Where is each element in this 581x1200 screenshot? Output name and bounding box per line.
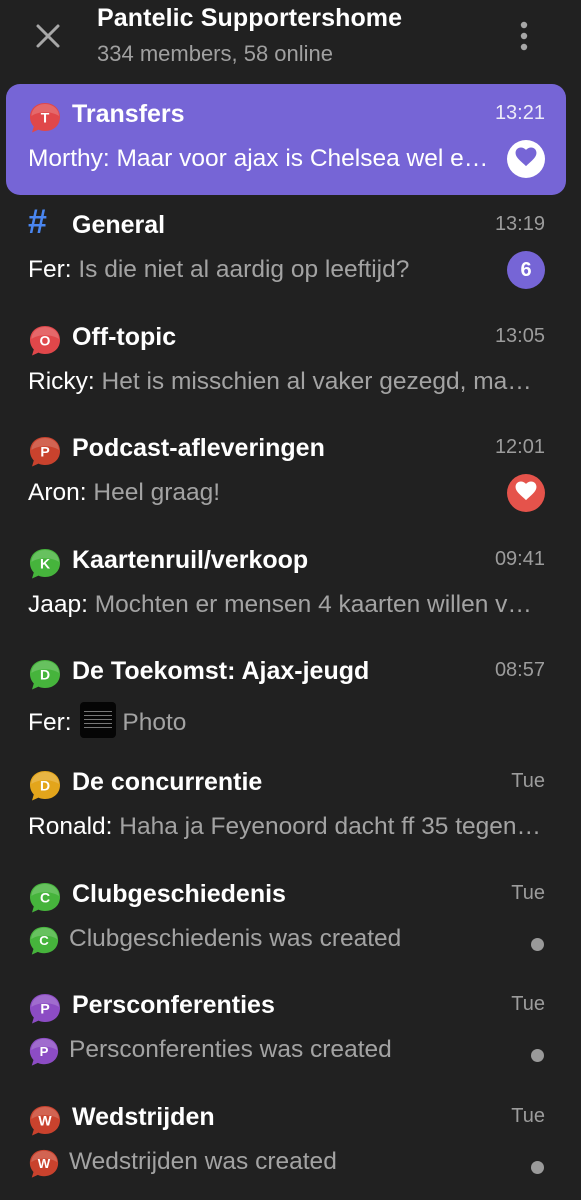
topic-small-icon: C <box>28 925 60 957</box>
topic-icon: T <box>28 101 62 135</box>
topic-row[interactable]: C Clubgeschiedenis Tue C Clubgeschiedenis wa… <box>0 858 581 969</box>
topic-icon: C <box>28 881 62 915</box>
topic-row[interactable]: T Transfers 13:21 Morthy: Maar voor ajax is… <box>0 78 581 195</box>
topic-preview: Ronald: Haha ja Feyenoord dacht ff 35 te… <box>28 813 544 841</box>
topic-icon: W <box>28 1104 62 1138</box>
reaction-heart[interactable] <box>507 474 545 513</box>
topic-name: De Toekomst: Ajax-jeugd <box>72 656 370 685</box>
topic-name: Podcast-afleveringen <box>72 434 325 463</box>
message-sender: Aron: <box>28 479 87 507</box>
svg-text:P: P <box>40 1044 49 1059</box>
topic-icon: P <box>28 435 62 469</box>
topic-preview: Wedstrijden was created <box>69 1147 337 1175</box>
svg-text:K: K <box>40 555 50 571</box>
topic-row[interactable]: # General 13:19 Fer: Is die niet al aardig … <box>0 189 581 300</box>
topic-time: Tue <box>511 1104 545 1127</box>
topic-name: De concurrentie <box>72 768 263 797</box>
topic-row[interactable]: D De Toekomst: Ajax-jeugd 08:57 Fer: Photo <box>0 635 581 746</box>
topic-time: 12:01 <box>494 436 545 459</box>
group-member-count: 334 members, 58 online <box>97 41 334 66</box>
message-sender: Ronald: <box>28 813 113 841</box>
svg-text:W: W <box>38 1112 52 1128</box>
topic-list: T Transfers 13:21 Morthy: Maar voor ajax is… <box>0 78 581 1192</box>
message-sender: Fer: <box>28 708 72 736</box>
topic-time: 13:21 <box>494 102 545 124</box>
more-menu-button[interactable] <box>504 14 544 58</box>
topic-time: 13:19 <box>494 213 545 236</box>
topic-name: Persconferenties <box>72 991 275 1020</box>
message-sender: Jaap: <box>28 590 88 618</box>
topic-preview: Clubgeschiedenis was created <box>69 924 402 952</box>
topic-icon: D <box>28 769 62 803</box>
topic-row[interactable]: D De concurrentie Tue Ronald: Haha ja Feyen… <box>0 746 581 857</box>
topic-row[interactable]: W Wedstrijden Tue W Wedstrijden was created <box>0 1081 581 1192</box>
topic-time: Tue <box>511 770 545 793</box>
topic-preview: Morthy: Maar voor ajax is Chelsea wel ee… <box>28 145 494 173</box>
topic-preview: Ricky: Het is misschien al vaker gezegd,… <box>28 368 544 396</box>
topic-icon: O <box>28 324 62 358</box>
svg-text:W: W <box>38 1156 51 1171</box>
topic-icon: K <box>28 547 62 581</box>
topic-time: 08:57 <box>494 658 545 681</box>
topic-row[interactable]: O Off-topic 13:05 Ricky: Het is misschien a… <box>0 301 581 412</box>
svg-text:C: C <box>40 889 50 905</box>
close-icon <box>36 24 60 48</box>
heart-icon <box>515 146 537 172</box>
reaction-heart[interactable] <box>507 140 545 178</box>
group-title[interactable]: Pantelic Supportershome <box>97 4 402 33</box>
svg-text:P: P <box>40 1001 49 1017</box>
close-button[interactable] <box>26 14 70 58</box>
svg-text:C: C <box>39 933 49 948</box>
topic-name: Clubgeschiedenis <box>72 879 286 908</box>
svg-text:T: T <box>41 110 50 126</box>
photo-thumbnail <box>80 701 117 738</box>
topic-preview: Fer: Photo <box>28 701 544 738</box>
message-sender: Morthy: <box>28 145 110 172</box>
message-text: Maar voor ajax is Chelsea wel een goede … <box>116 145 495 172</box>
topic-icon: P <box>28 992 62 1026</box>
status-dot <box>531 937 544 951</box>
svg-text:O: O <box>40 332 51 348</box>
message-text: Heel graag! <box>93 479 221 507</box>
more-vertical-icon <box>520 21 528 51</box>
svg-text:D: D <box>40 778 50 794</box>
topic-name: Off-topic <box>72 322 177 351</box>
topic-preview: Aron: Heel graag! <box>28 479 544 507</box>
status-dot <box>531 1160 544 1174</box>
topic-time: 13:05 <box>494 324 545 347</box>
topic-name: Wedstrijden <box>72 1102 215 1131</box>
message-text: Is die niet al aardig op leeftijd? <box>78 256 410 284</box>
topic-row[interactable]: P Podcast-afleveringen 12:01 Aron: Heel gra… <box>0 412 581 523</box>
topic-time: Tue <box>511 881 545 904</box>
topic-name: General <box>72 211 166 240</box>
svg-text:P: P <box>40 444 49 460</box>
message-text: Photo <box>122 708 187 736</box>
message-sender: Ricky: <box>28 367 95 395</box>
topic-small-icon: W <box>28 1148 60 1180</box>
top-bar: Pantelic Supportershome 334 members, 58 … <box>0 0 581 78</box>
topic-row[interactable]: K Kaartenruil/verkoop 09:41 Jaap: Mochten e… <box>0 524 581 635</box>
message-text: Mochten er mensen 4 kaarten willen verko… <box>94 590 544 618</box>
message-text: Haha ja Feyenoord dacht ff 35 tegen te s… <box>119 813 544 841</box>
heart-icon <box>515 481 537 506</box>
topic-small-icon: P <box>28 1036 60 1068</box>
topic-preview: Persconferenties was created <box>69 1036 392 1064</box>
topic-icon: D <box>28 658 62 692</box>
topic-preview: Fer: Is die niet al aardig op leeftijd? <box>28 256 544 284</box>
topic-time: 09:41 <box>494 547 545 570</box>
topic-preview: Jaap: Mochten er mensen 4 kaarten willen… <box>28 591 544 619</box>
topic-row[interactable]: P Persconferenties Tue P Persconferenties wa… <box>0 969 581 1080</box>
topic-name: Transfers <box>72 100 185 128</box>
topic-time: Tue <box>511 993 545 1016</box>
hash-icon: # <box>28 203 47 242</box>
message-sender: Fer: <box>28 256 72 284</box>
status-dot <box>531 1049 544 1063</box>
message-text: Het is misschien al vaker gezegd, maar i… <box>101 367 544 395</box>
svg-text:D: D <box>40 666 50 682</box>
topic-name: Kaartenruil/verkoop <box>72 545 309 574</box>
